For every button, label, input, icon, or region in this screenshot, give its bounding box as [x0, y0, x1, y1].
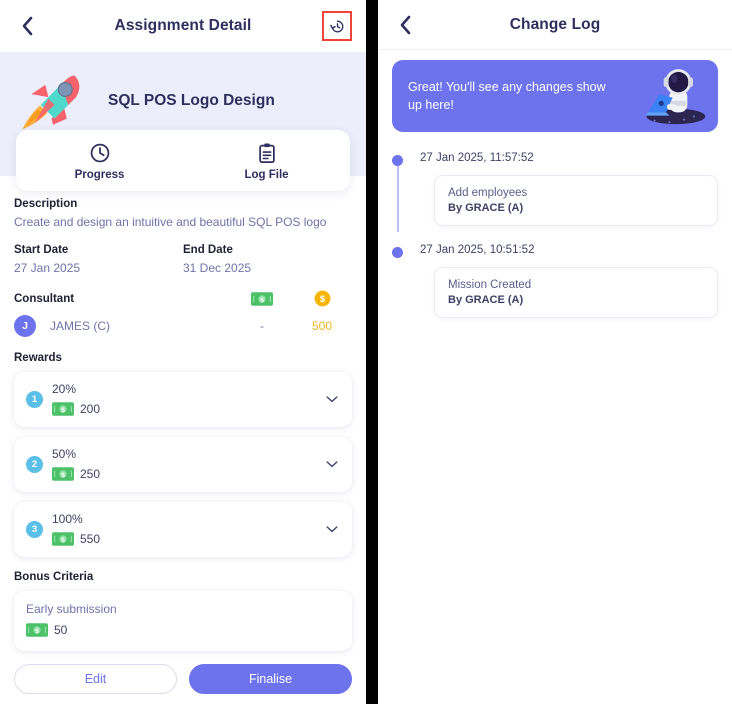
back-button-changelog[interactable] [392, 12, 418, 38]
assignment-title: SQL POS Logo Design [108, 92, 275, 109]
svg-text:$: $ [61, 472, 65, 479]
timeline-card-by-2: By GRACE (A) [448, 294, 524, 306]
reward-card-2[interactable]: 2 50% $ 250 [14, 437, 352, 492]
history-button[interactable] [322, 11, 352, 41]
chevron-down-icon[interactable] [324, 521, 340, 537]
timeline-card-1[interactable]: Add employees By GRACE (A) [434, 175, 718, 226]
consultant-coin-value: 500 [311, 319, 333, 333]
banknote-icon: $ [251, 291, 273, 306]
reward-amount-2: 250 [80, 467, 101, 481]
cash-header-cell: $ [232, 291, 292, 306]
clock-icon [90, 143, 109, 163]
timeline-card-by-1: By GRACE (A) [448, 202, 524, 214]
reward-amount-1: 200 [80, 402, 101, 416]
timeline-item-2: 27 Jan 2025, 10:51:52 Mission Created By… [392, 244, 718, 318]
footer-actions: Edit Finalise [0, 660, 366, 704]
timeline-card-title-2: Mission Created [448, 279, 532, 291]
clipboard-icon [258, 143, 275, 164]
reward-money-3: $ 550 [52, 532, 324, 546]
svg-text:$: $ [61, 407, 65, 414]
consultant-header: Consultant $ $ [14, 290, 352, 307]
timeline-connector [397, 166, 399, 232]
banknote-icon: $ [52, 532, 74, 546]
start-date-col: Start Date 27 Jan 2025 [14, 244, 183, 275]
reward-body-3: 100% $ 550 [52, 512, 324, 546]
svg-text:$: $ [61, 537, 65, 544]
back-button[interactable] [14, 13, 40, 39]
change-log-panel: Change Log Great! You'll see any changes… [378, 0, 732, 704]
svg-text:$: $ [260, 296, 264, 303]
edit-button[interactable]: Edit [14, 664, 177, 694]
timeline-time-1: 27 Jan 2025, 11:57:52 [420, 152, 534, 164]
changelog-title: Change Log [509, 15, 601, 33]
bonus-title: Early submission [26, 602, 117, 616]
reward-card-1[interactable]: 1 20% $ 200 [14, 372, 352, 427]
astronaut-laptop-icon [645, 69, 706, 125]
reward-body-2: 50% $ 250 [52, 447, 324, 481]
coin-icon: $ [314, 290, 330, 307]
assignment-content: Description Create and design an intuiti… [0, 176, 366, 704]
start-date-label: Start Date [14, 244, 69, 256]
rewards-label: Rewards [14, 352, 62, 364]
reward-money-1: $ 200 [52, 402, 324, 416]
history-clock-icon [329, 20, 343, 32]
right-topbar: Change Log [378, 0, 732, 50]
end-date-col: End Date 31 Dec 2025 [183, 244, 352, 275]
description-block: Description Create and design an intuiti… [14, 198, 352, 229]
chevron-down-icon[interactable] [324, 456, 340, 472]
finalise-button[interactable]: Finalise [189, 664, 352, 694]
reward-card-3[interactable]: 3 100% $ 550 [14, 502, 352, 557]
banknote-icon: $ [52, 402, 74, 416]
end-date-label: End Date [183, 244, 233, 256]
start-date-value: 27 Jan 2025 [14, 261, 81, 275]
bonus-criteria-card[interactable]: Early submission $ 50 [14, 591, 352, 651]
timeline-time-2: 27 Jan 2025, 10:51:52 [420, 244, 535, 256]
timeline-dot-icon [392, 155, 403, 166]
page-title: Assignment Detail [114, 17, 252, 34]
reward-percent-2: 50% [52, 447, 77, 461]
consultant-row: J JAMES (C) - 500 [14, 315, 352, 337]
reward-percent-3: 100% [52, 512, 83, 526]
bonus-money: $ 50 [26, 623, 340, 637]
reward-percent-1: 20% [52, 382, 77, 396]
reward-number-3: 3 [26, 521, 43, 538]
changelog-timeline: 27 Jan 2025, 11:57:52 Add employees By G… [378, 132, 732, 704]
chevron-left-icon [400, 15, 410, 34]
bonus-criteria-label: Bonus Criteria [14, 571, 94, 583]
panel-divider [366, 0, 378, 704]
reward-amount-3: 550 [80, 532, 101, 546]
description-value: Create and design an intuitive and beaut… [14, 215, 327, 229]
dates-block: Start Date 27 Jan 2025 End Date 31 Dec 2… [14, 244, 352, 275]
reward-body-1: 20% $ 200 [52, 382, 324, 416]
banknote-icon: $ [26, 623, 48, 637]
timeline-card-title-1: Add employees [448, 187, 528, 199]
consultant-label: Consultant [14, 292, 75, 305]
assignment-detail-panel: Assignment Detail SQL POS Logo Design Pr… [0, 0, 366, 704]
consultant-cash-value: - [260, 319, 264, 333]
avatar: J [14, 315, 36, 337]
svg-text:$: $ [35, 628, 39, 635]
reward-number-1: 1 [26, 391, 43, 408]
description-label: Description [14, 198, 78, 210]
chevron-down-icon[interactable] [324, 391, 340, 407]
reward-number-2: 2 [26, 456, 43, 473]
consultant-block: Consultant $ $ J JAMES (C) - 500 [14, 290, 352, 337]
banknote-icon: $ [52, 467, 74, 481]
consultant-name: JAMES (C) [50, 319, 110, 333]
chevron-left-icon [22, 16, 32, 36]
changelog-banner: Great! You'll see any changes show up he… [392, 60, 718, 132]
coin-header-cell: $ [292, 290, 352, 307]
bonus-amount: 50 [54, 623, 68, 637]
end-date-value: 31 Dec 2025 [183, 261, 252, 275]
timeline-item-1: 27 Jan 2025, 11:57:52 Add employees By G… [392, 152, 718, 232]
reward-money-2: $ 250 [52, 467, 324, 481]
left-topbar: Assignment Detail [0, 0, 366, 52]
timeline-dot-icon [392, 247, 403, 258]
timeline-card-2[interactable]: Mission Created By GRACE (A) [434, 267, 718, 318]
banner-text: Great! You'll see any changes show up he… [408, 79, 606, 112]
svg-text:$: $ [319, 294, 325, 304]
rocket-icon [22, 75, 80, 130]
